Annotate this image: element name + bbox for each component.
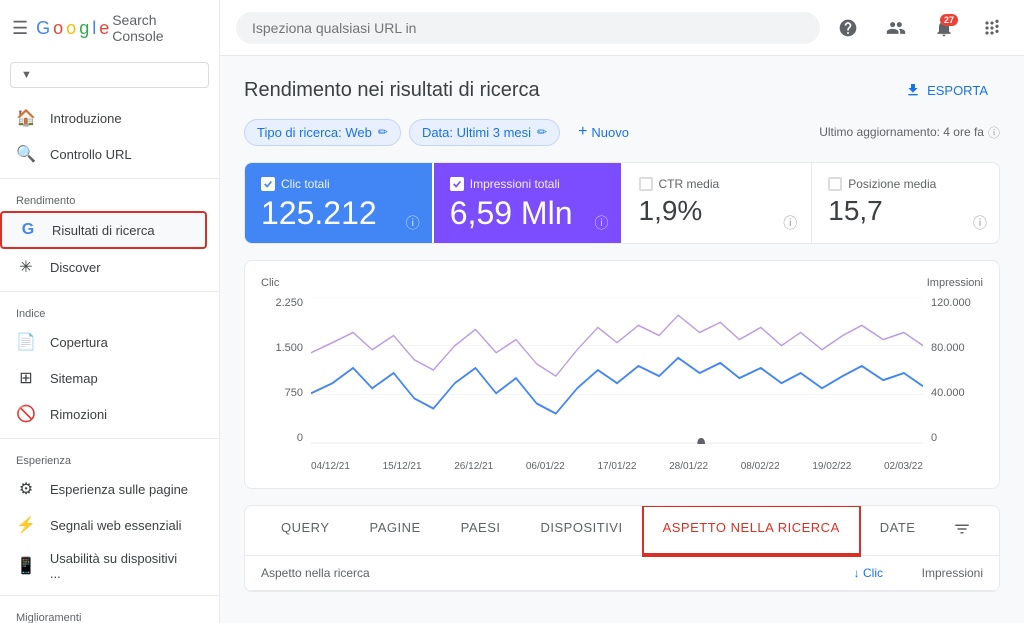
- sidebar-item-sitemap[interactable]: ⊞ Sitemap: [0, 360, 207, 396]
- chart-y-axis-right: 120.000 80.000 40.000 0: [923, 297, 983, 444]
- export-button[interactable]: ESPORTA: [893, 76, 1000, 104]
- sidebar-item-risultati-di-ricerca[interactable]: G Risultati di ricerca: [0, 211, 207, 249]
- sidebar-item-esperienza-pagine[interactable]: ⚙ Esperienza sulle pagine: [0, 471, 207, 507]
- sidebar-item-copertura[interactable]: 📄 Copertura: [0, 324, 207, 360]
- table-header: Aspetto nella ricerca ↓ Clic Impressioni: [245, 556, 999, 591]
- tab-dispositivi[interactable]: DISPOSITIVI: [521, 506, 643, 556]
- sidebar-item-usabilita[interactable]: 📱 Usabilità su dispositivi ...: [0, 543, 207, 589]
- chart-y-axis-left: 2.250 1.500 750 0: [261, 297, 311, 444]
- sidebar-item-rimozioni[interactable]: 🚫 Rimozioni: [0, 396, 207, 432]
- tabs-header: QUERY PAGINE PAESI DISPOSITIVI ASPETTO N…: [245, 506, 999, 556]
- metric-posizione[interactable]: Posizione media 15,7 ⓘ: [811, 163, 999, 243]
- chart-y-right-label: Impressioni: [927, 277, 983, 289]
- topbar-icons: 27: [832, 12, 1008, 44]
- edit-icon: ✏: [378, 125, 388, 139]
- section-label-miglioramenti: Miglioramenti: [0, 602, 219, 623]
- search-input[interactable]: [236, 12, 820, 44]
- chart-x-labels: 04/12/21 15/12/21 26/12/21 06/01/22 17/0…: [311, 457, 923, 472]
- topbar: 27: [220, 0, 1024, 56]
- chart-labels-row: Clic Impressioni: [261, 277, 983, 293]
- help-icon[interactable]: [832, 12, 864, 44]
- sidebar-item-discover[interactable]: ✳ Discover: [0, 249, 207, 285]
- checkbox-impressioni: [450, 177, 464, 191]
- app-title: Search Console: [112, 12, 207, 44]
- hamburger-icon[interactable]: ☰: [12, 18, 28, 39]
- table-col-main: Aspetto nella ricerca: [261, 566, 783, 580]
- checkbox-posizione: [828, 177, 842, 191]
- nav-divider-3: [0, 438, 219, 439]
- main-content: 27 Rendimento nei risultati di ricerca E…: [220, 0, 1024, 623]
- metric-info-ctr[interactable]: ⓘ: [783, 213, 797, 233]
- section-label-rendimento: Rendimento: [0, 185, 219, 211]
- chart-container: Clic Impressioni 2.250 1.500 750 0: [244, 260, 1000, 489]
- removals-icon: 🚫: [16, 404, 36, 424]
- sitemap-icon: ⊞: [16, 368, 36, 388]
- plus-icon: +: [578, 123, 587, 141]
- sidebar-header: ☰ Google Search Console: [0, 0, 219, 56]
- metric-ctr[interactable]: CTR media 1,9% ⓘ: [623, 163, 810, 243]
- sidebar-item-segnali-web[interactable]: ⚡ Segnali web essenziali: [0, 507, 207, 543]
- chart-area: 2.250 1.500 750 0: [261, 297, 983, 472]
- tab-paesi[interactable]: PAESI: [441, 506, 521, 556]
- last-update: Ultimo aggiornamento: 4 ore fa ⓘ: [819, 124, 1000, 141]
- metrics-row: Clic totali 125.212 ⓘ Impressioni totali…: [244, 162, 1000, 244]
- apps-icon[interactable]: [976, 12, 1008, 44]
- metric-impressioni-totali[interactable]: Impressioni totali 6,59 Mln ⓘ: [434, 163, 621, 243]
- metric-value-clic: 125.212: [261, 197, 416, 229]
- metric-info-posizione[interactable]: ⓘ: [973, 213, 987, 233]
- table-col-sort[interactable]: ↓ Clic: [783, 566, 883, 580]
- content-area: Rendimento nei risultati di ricerca ESPO…: [220, 56, 1024, 623]
- tabs-container: QUERY PAGINE PAESI DISPOSITIVI ASPETTO N…: [244, 505, 1000, 592]
- page-header: Rendimento nei risultati di ricerca ESPO…: [244, 76, 1000, 104]
- sidebar-item-introduzione[interactable]: 🏠 Introduzione: [0, 100, 207, 136]
- nav-divider-2: [0, 291, 219, 292]
- home-icon: 🏠: [16, 108, 36, 128]
- tab-date[interactable]: DATE: [860, 506, 936, 556]
- metric-value-posizione: 15,7: [828, 197, 983, 225]
- section-label-indice: Indice: [0, 298, 219, 324]
- tipo-ricerca-filter[interactable]: Tipo di ricerca: Web ✏: [244, 119, 401, 146]
- metric-value-impressioni: 6,59 Mln: [450, 197, 605, 229]
- metric-clic-totali[interactable]: Clic totali 125.212 ⓘ: [245, 163, 432, 243]
- property-selector[interactable]: ▼: [10, 62, 209, 88]
- page-experience-icon: ⚙: [16, 479, 36, 499]
- nav-divider-4: [0, 595, 219, 596]
- data-filter[interactable]: Data: Ultimi 3 mesi ✏: [409, 119, 560, 146]
- users-icon[interactable]: [880, 12, 912, 44]
- nuovo-button[interactable]: + Nuovo: [568, 118, 639, 146]
- discover-icon: ✳: [16, 257, 36, 277]
- last-update-info-icon[interactable]: ⓘ: [988, 124, 1000, 141]
- filter-bar: Tipo di ricerca: Web ✏ Data: Ultimi 3 me…: [244, 118, 1000, 146]
- tab-aspetto[interactable]: ASPETTO NELLA RICERCA: [643, 506, 860, 556]
- notifications-icon[interactable]: 27: [928, 12, 960, 44]
- table-col-right: Impressioni: [883, 566, 983, 580]
- checkbox-ctr: [639, 177, 653, 191]
- edit-icon-2: ✏: [537, 125, 547, 139]
- sidebar: ☰ Google Search Console ▼ 🏠 Introduzione…: [0, 0, 220, 623]
- mobile-icon: 📱: [16, 556, 36, 576]
- google-g-icon: G: [18, 221, 38, 239]
- section-label-esperienza: Esperienza: [0, 445, 219, 471]
- nav-divider: [0, 178, 219, 179]
- url-check-icon: 🔍: [16, 144, 36, 164]
- filter-icon[interactable]: [941, 506, 983, 555]
- checkbox-clic-totali: [261, 177, 275, 191]
- metric-value-ctr: 1,9%: [639, 197, 794, 225]
- tab-pagine[interactable]: PAGINE: [350, 506, 441, 556]
- page-title: Rendimento nei risultati di ricerca: [244, 79, 540, 102]
- chart-svg: [311, 297, 923, 444]
- metric-info-impressioni[interactable]: ⓘ: [595, 213, 609, 233]
- web-vitals-icon: ⚡: [16, 515, 36, 535]
- tab-query[interactable]: QUERY: [261, 506, 350, 556]
- chart-y-left-label: Clic: [261, 277, 279, 289]
- google-logo: Google Search Console: [36, 12, 207, 44]
- metric-info-clic[interactable]: ⓘ: [406, 213, 420, 233]
- notifications-badge: 27: [940, 14, 958, 26]
- coverage-icon: 📄: [16, 332, 36, 352]
- sidebar-item-controllo-url[interactable]: 🔍 Controllo URL: [0, 136, 207, 172]
